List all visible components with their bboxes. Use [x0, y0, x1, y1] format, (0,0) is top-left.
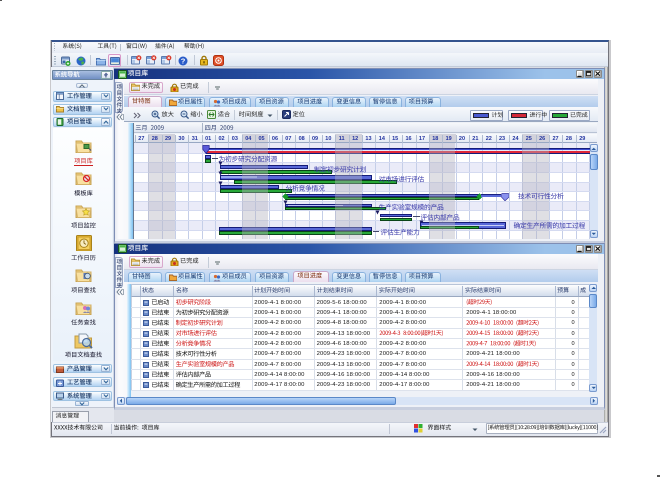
svg-text:?: ?: [181, 56, 186, 65]
